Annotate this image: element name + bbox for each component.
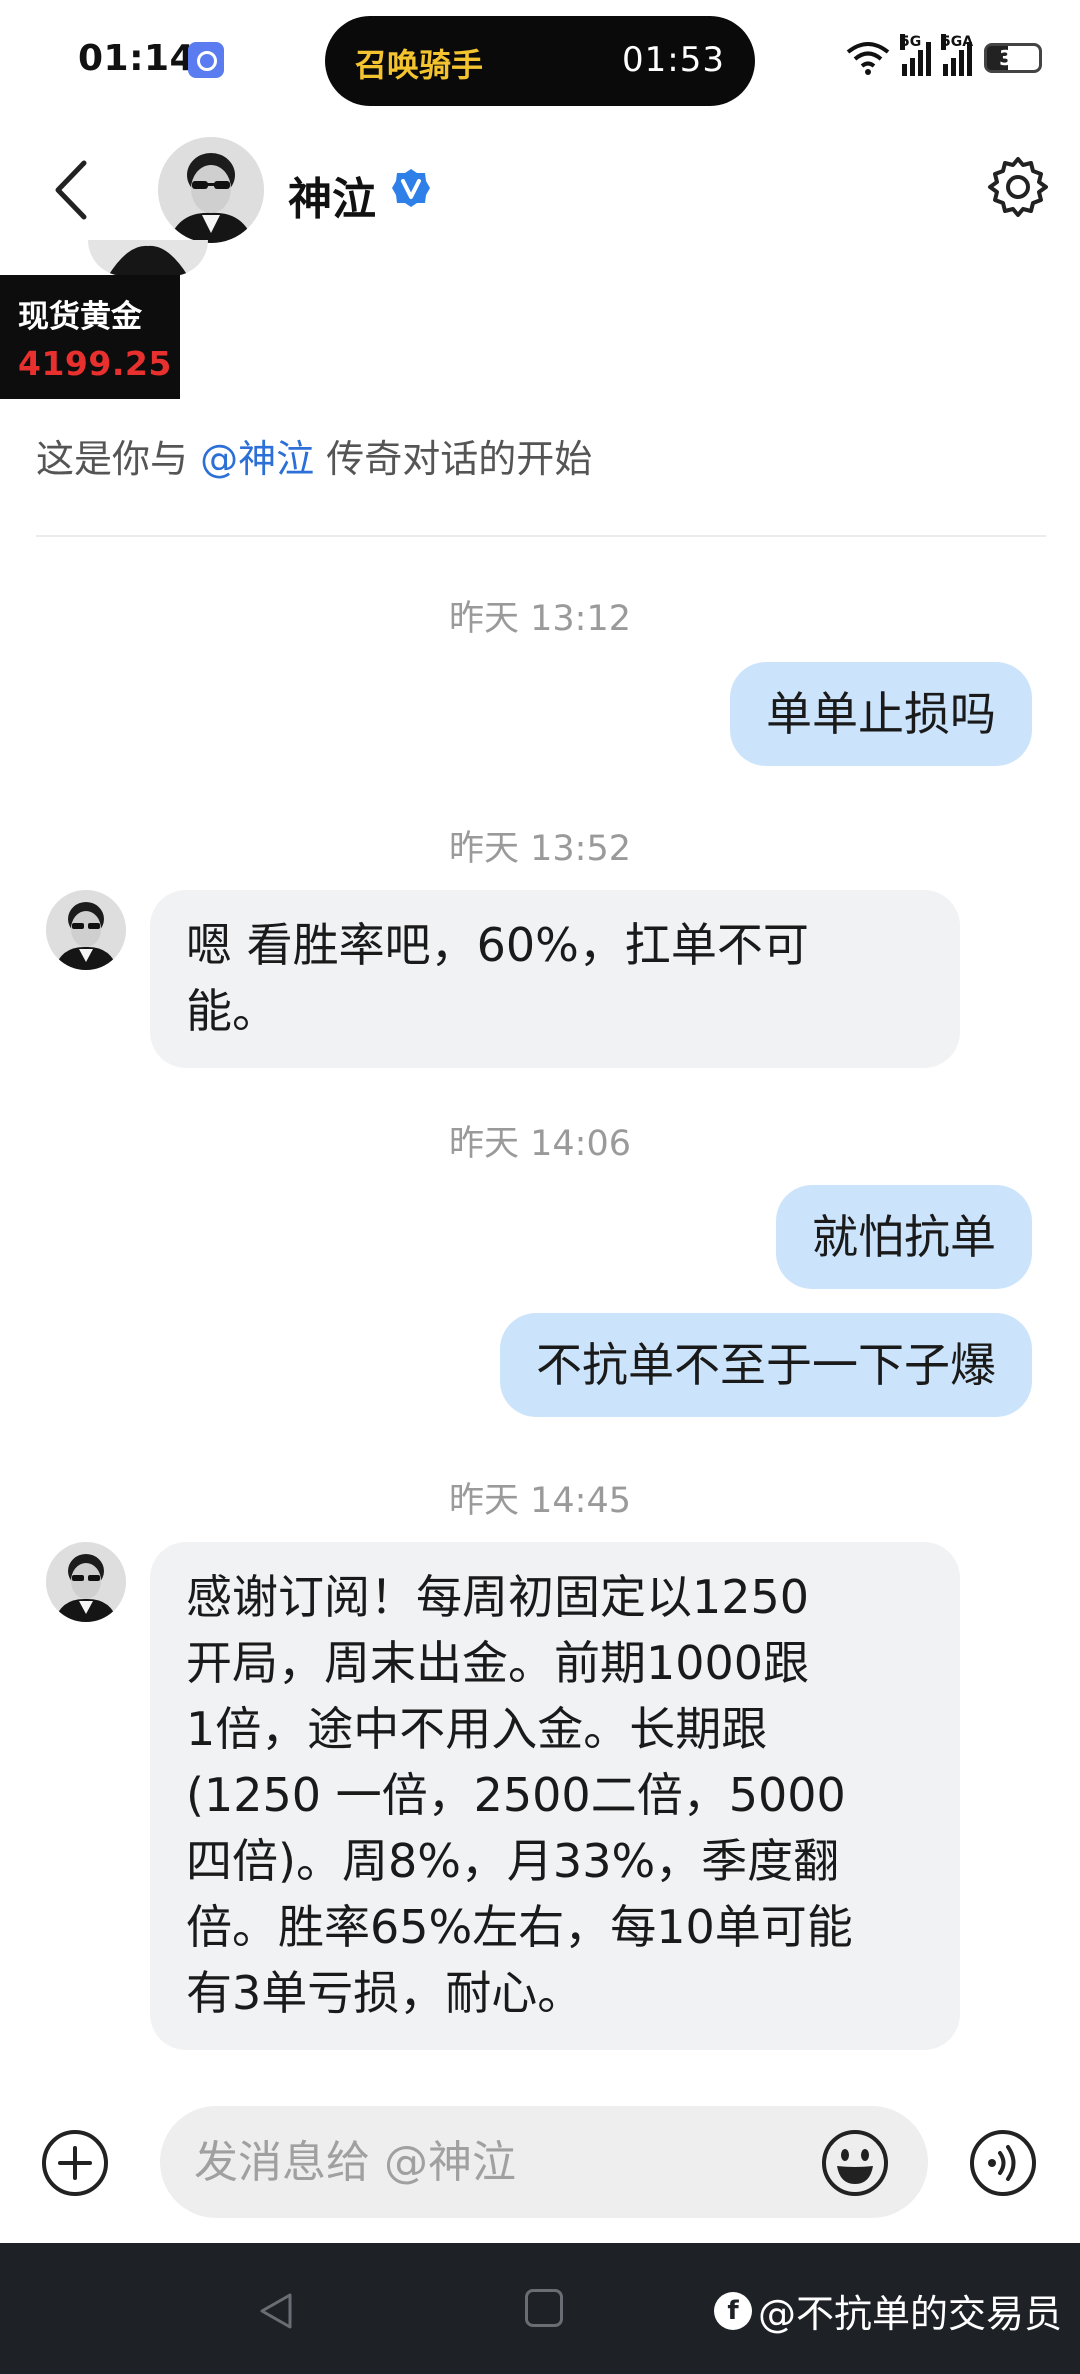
incoming-message[interactable]: 嗯 看胜率吧，60%，扛单不可 能。 [150, 890, 960, 1068]
battery-level: 32 [999, 46, 1027, 70]
chat-header: 神泣 [0, 125, 1080, 255]
message-line: 有3单亏损，耐心。 [186, 1966, 584, 2020]
message-line: 倍。胜率65%左右，每10单可能 [186, 1900, 853, 1954]
avatar-peek [88, 240, 208, 276]
conversation-intro: 这是你与 @神泣 传奇对话的开始 [36, 428, 592, 483]
island-app-name: 召唤骑手 [355, 46, 484, 84]
plus-circle-icon[interactable] [40, 2128, 110, 2198]
incoming-message[interactable]: 感谢订阅！每周初固定以1250 开局，周末出金。前期1000跟 1倍，途中不用入… [150, 1542, 960, 2050]
island-timer: 01:53 [622, 40, 725, 80]
contact-name: 神泣 [288, 174, 376, 225]
nav-home-icon[interactable] [525, 2289, 563, 2327]
message-line: 嗯 看胜率吧，60%，扛单不可 [186, 918, 809, 972]
sender-avatar[interactable] [46, 890, 126, 970]
message-line: 1倍，途中不用入金。长期跟 [186, 1702, 768, 1756]
message-line: (1250 一倍，2500二倍，5000 [186, 1768, 846, 1822]
sender-avatar[interactable] [46, 1542, 126, 1622]
contact-avatar[interactable] [158, 137, 264, 243]
divider [36, 535, 1046, 537]
status-time: 01:14 [78, 38, 196, 79]
message-input-bar [0, 2090, 1080, 2240]
message-timestamp: 昨天 14:06 [449, 1124, 631, 1164]
nav-back-icon[interactable] [254, 2289, 298, 2333]
intro-suffix: 传奇对话的开始 [314, 437, 593, 481]
message-timestamp: 昨天 13:12 [449, 599, 631, 639]
dynamic-island[interactable]: 召唤骑手 01:53 [325, 16, 755, 106]
system-nav-bar: f @不抗单的交易员 [0, 2243, 1080, 2374]
signal-5ga-icon: 5GA [941, 34, 973, 76]
watermark-logo: f [713, 2291, 752, 2330]
battery-icon: 32 [984, 43, 1042, 73]
outgoing-message[interactable]: 就怕抗单 [776, 1185, 1032, 1289]
emoji-icon[interactable] [820, 2128, 890, 2198]
settings-gear-icon[interactable] [986, 155, 1050, 219]
watermark-text: @不抗单的交易员 [757, 2292, 1062, 2336]
message-line: 感谢订阅！每周初固定以1250 [186, 1570, 810, 1624]
verified-icon [392, 169, 430, 207]
message-timestamp: 昨天 13:52 [449, 829, 631, 869]
message-line: 开局，周末出金。前期1000跟 [186, 1636, 810, 1690]
status-icons: 5G 5GA 32 [846, 34, 1042, 80]
message-line: 四倍)。周8%，月33%，季度翻 [186, 1834, 840, 1888]
intro-prefix: 这是你与 [36, 437, 201, 481]
voice-icon[interactable] [968, 2128, 1038, 2198]
message-input-pill[interactable] [160, 2106, 928, 2218]
signal-5g-icon: 5G [900, 34, 931, 76]
intro-mention[interactable]: @神泣 [200, 437, 314, 481]
gold-price-ticker[interactable]: 现货黄金 4199.25 [0, 275, 180, 399]
wifi-icon [846, 42, 890, 75]
message-timestamp: 昨天 14:45 [449, 1481, 631, 1521]
ticker-value: 4199.25 [18, 344, 172, 383]
notification-app-icon [188, 42, 224, 78]
status-bar: 01:14 召唤骑手 01:53 5G 5GA 32 [0, 0, 1080, 120]
back-arrow-icon[interactable] [44, 155, 104, 225]
message-input[interactable] [194, 2106, 754, 2218]
outgoing-message[interactable]: 不抗单不至于一下子爆 [500, 1313, 1032, 1417]
watermark: f @不抗单的交易员 [713, 2283, 1062, 2338]
message-line: 能。 [186, 984, 278, 1038]
outgoing-message[interactable]: 单单止损吗 [730, 662, 1032, 766]
ticker-label: 现货黄金 [18, 299, 142, 335]
